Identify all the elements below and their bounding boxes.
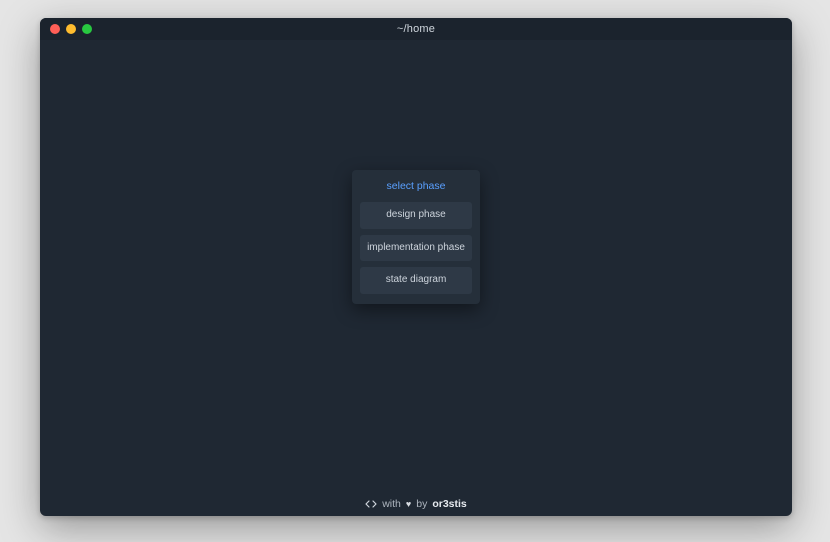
- menu-item-state-diagram[interactable]: state diagram: [360, 267, 472, 294]
- titlebar: ~/home: [40, 18, 792, 40]
- maximize-icon[interactable]: [82, 24, 92, 34]
- phase-menu-header: select phase: [360, 178, 472, 196]
- heart-icon: ♥: [406, 499, 411, 509]
- code-icon: [365, 498, 377, 510]
- minimize-icon[interactable]: [66, 24, 76, 34]
- menu-item-implementation-phase[interactable]: implementation phase: [360, 235, 472, 262]
- traffic-lights: [50, 24, 92, 34]
- footer: with ♥ by or3stis: [40, 492, 792, 516]
- close-icon[interactable]: [50, 24, 60, 34]
- app-body: select phase design phase implementation…: [40, 40, 792, 492]
- menu-item-design-phase[interactable]: design phase: [360, 202, 472, 229]
- footer-author: or3stis: [432, 498, 466, 510]
- footer-by: by: [416, 498, 427, 510]
- window-title: ~/home: [397, 23, 435, 35]
- app-window: ~/home select phase design phase impleme…: [40, 18, 792, 516]
- phase-menu: select phase design phase implementation…: [352, 170, 480, 304]
- footer-with: with: [382, 498, 401, 510]
